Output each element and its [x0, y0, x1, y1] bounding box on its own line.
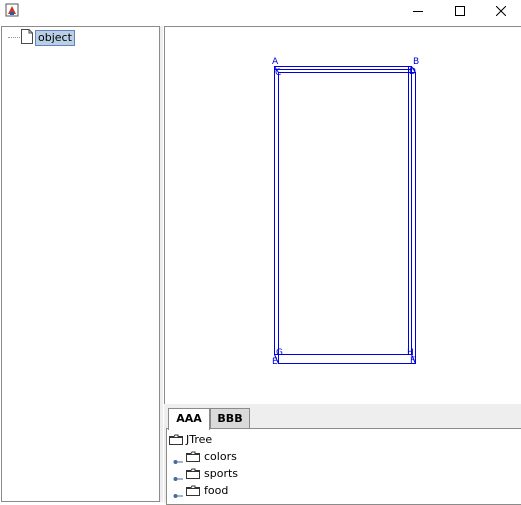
tree-node-object[interactable]: object: [35, 30, 75, 46]
title-bar: [0, 0, 521, 22]
collapsed-handle-icon[interactable]: [173, 454, 183, 464]
object-tree-panel[interactable]: object: [1, 26, 160, 502]
collapsed-handle-icon[interactable]: [173, 488, 183, 498]
drawing-canvas[interactable]: A B C D E F G H: [164, 26, 521, 406]
corner-label-g: G: [276, 348, 283, 358]
close-button[interactable]: [481, 0, 521, 22]
minimize-icon: [413, 6, 423, 16]
document-icon: [21, 29, 33, 44]
corner-label-h: H: [407, 348, 414, 358]
corner-label-e: E: [272, 357, 278, 367]
folder-icon: [186, 451, 200, 462]
tab-bbb[interactable]: BBB: [210, 408, 250, 429]
java-app-icon: [5, 3, 19, 17]
tree-item-label: sports: [204, 467, 239, 480]
collapsed-handle-icon[interactable]: [173, 471, 183, 481]
maximize-button[interactable]: [440, 0, 480, 22]
tree-connector-line: [8, 37, 20, 38]
minimize-button[interactable]: [398, 0, 438, 22]
corner-label-b: B: [413, 57, 419, 67]
corner-label-a: A: [272, 57, 279, 67]
tabbed-pane: AAA BBB JTree colors sports food: [164, 404, 521, 505]
jtree-root-row[interactable]: JTree: [169, 432, 369, 448]
folder-icon: [186, 485, 200, 496]
close-icon: [496, 6, 506, 16]
jtree-panel[interactable]: JTree colors sports food: [166, 428, 521, 505]
folder-icon: [169, 434, 183, 445]
folder-icon: [186, 468, 200, 479]
tree-item-colors[interactable]: colors: [173, 449, 373, 465]
tab-aaa[interactable]: AAA: [168, 408, 210, 430]
split-pane-divider[interactable]: [160, 26, 163, 502]
box-wireframe: [274, 66, 416, 364]
tree-item-sports[interactable]: sports: [173, 466, 373, 482]
tree-item-label: colors: [204, 450, 237, 463]
tree-item-label: food: [204, 484, 229, 497]
corner-label-d: D: [409, 67, 416, 77]
jtree-root-label: JTree: [186, 433, 213, 446]
maximize-icon: [455, 6, 465, 16]
tree-item-food[interactable]: food: [173, 483, 373, 499]
corner-label-c: C: [275, 68, 281, 78]
